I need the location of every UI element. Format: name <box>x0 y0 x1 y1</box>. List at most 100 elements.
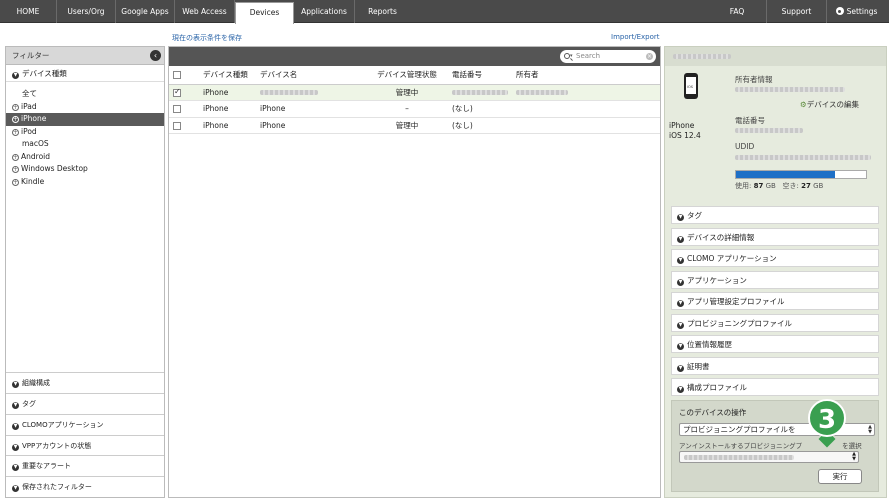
col-device-name[interactable]: デバイス名 <box>256 66 366 85</box>
support-link[interactable]: Support <box>766 0 826 23</box>
cell-status: – <box>366 100 448 118</box>
filter-item-iphone[interactable]: + iPhone <box>6 113 164 126</box>
col-status[interactable]: デバイス管理状態 <box>366 66 448 85</box>
tab-reports[interactable]: Reports <box>355 0 410 23</box>
filter-item-label: iPad <box>21 101 37 111</box>
cell-type: iPhone <box>199 100 256 118</box>
free-label: 空き: <box>782 182 799 190</box>
cell-name: iPhone <box>256 117 366 134</box>
filter-item-android[interactable]: + Android <box>6 151 164 164</box>
table-row[interactable]: iPhone 管理中 <box>169 84 660 101</box>
row-checkbox[interactable] <box>173 105 181 114</box>
used-value: 87 <box>753 182 764 190</box>
tab-google-apps[interactable]: Google Apps <box>116 0 175 23</box>
updown-icon: ▲ ▼ <box>868 424 872 435</box>
phone-value-redacted <box>735 128 803 133</box>
profile-select[interactable]: ▲ ▼ <box>679 451 859 463</box>
table-row[interactable]: iPhone iPhone 管理中 (なし) <box>169 117 660 134</box>
chevron-down-icon: ▼ <box>677 257 684 264</box>
faq-link[interactable]: FAQ <box>708 0 766 23</box>
filter-section-vpp[interactable]: ▼ VPPアカウントの状態 <box>6 434 164 456</box>
accordion-label: タグ <box>687 211 702 220</box>
device-details-panel: iOS iPhone iOS 12.4 所有者情報 ⚙デバイスの編集 電話番号 … <box>664 46 887 498</box>
filter-section-tag[interactable]: ▼ タグ <box>6 393 164 414</box>
search-dropdown-icon[interactable]: ▾ <box>570 50 573 63</box>
cell-type: iPhone <box>199 117 256 134</box>
device-type-header[interactable]: ▼ デバイス種類 <box>6 65 164 82</box>
phone-label: 電話番号 <box>735 116 765 125</box>
accordion-device-detail[interactable]: ▼ デバイスの詳細情報 <box>671 227 879 246</box>
import-export-link[interactable]: Import/Export <box>611 33 660 41</box>
free-value: 27 <box>801 182 811 190</box>
table-row[interactable]: iPhone iPhone – (なし) <box>169 100 660 118</box>
search-input[interactable]: ▾ Search × <box>560 50 656 63</box>
col-phone[interactable]: 電話番号 <box>448 66 512 85</box>
section-label: CLOMOアプリケーション <box>22 420 104 429</box>
collapse-left-icon[interactable]: ‹ <box>150 50 161 61</box>
accordion-tag[interactable]: ▼ タグ <box>671 206 879 224</box>
tab-users-org[interactable]: Users/Org <box>57 0 116 23</box>
cell-owner-redacted <box>512 84 660 101</box>
col-owner[interactable]: 所有者 <box>512 66 660 85</box>
device-operation-box: このデバイスの操作 プロビジョニングプロファイルを ▲ ▼ アンインストールするプ… <box>671 400 879 492</box>
tab-home[interactable]: HOME <box>0 0 57 23</box>
chevron-down-icon: ▼ <box>677 235 684 243</box>
accordion-clomo-apps[interactable]: ▼ CLOMO アプリケーション <box>671 249 879 267</box>
accordion-provisioning[interactable]: ▼ プロビジョニングプロファイル <box>671 313 879 332</box>
run-button[interactable]: 実行 <box>818 469 862 484</box>
filter-item-ipad[interactable]: + iPad <box>6 101 164 114</box>
filter-section-saved[interactable]: ▼ 保存されたフィルター <box>6 476 164 497</box>
operation-select[interactable]: プロビジョニングプロファイルを ▲ ▼ <box>679 423 875 436</box>
accordion-location[interactable]: ▼ 位置情報履歴 <box>671 335 879 353</box>
section-label: VPPアカウントの状態 <box>22 441 92 450</box>
filter-item-macos[interactable]: macOS <box>6 138 164 151</box>
row-checkbox[interactable] <box>173 87 181 97</box>
accordion-app-config[interactable]: ▼ アプリ管理設定プロファイル <box>671 292 879 310</box>
edit-device-link[interactable]: ⚙デバイスの編集 <box>800 99 859 110</box>
accordion-label: デバイスの詳細情報 <box>687 232 755 242</box>
tab-devices[interactable]: Devices <box>235 2 294 24</box>
chevron-down-icon: ▼ <box>12 443 19 451</box>
profile-value-redacted <box>684 455 794 460</box>
chevron-down-icon: ▼ <box>677 343 684 350</box>
used-label: 使用: <box>735 182 752 190</box>
filter-item-label: Android <box>21 151 50 161</box>
filter-item-windows-desktop[interactable]: + Windows Desktop <box>6 163 164 176</box>
chevron-down-icon: ▼ <box>12 402 19 410</box>
row-checkbox[interactable] <box>173 121 181 130</box>
filter-section-org[interactable]: ▼ 組織構成 <box>6 372 164 394</box>
accordion-certificates[interactable]: ▼ 証明書 <box>671 356 879 375</box>
accordion-config-profiles[interactable]: ▼ 構成プロファイル <box>671 378 879 396</box>
tab-web-access[interactable]: Web Access <box>175 0 235 23</box>
select-all-checkbox[interactable] <box>173 71 181 80</box>
filter-section-alerts[interactable]: ▼ 重要なアラート <box>6 455 164 477</box>
list-toolbar: ▾ Search × <box>169 47 660 66</box>
tab-applications[interactable]: Applications <box>294 0 355 23</box>
filter-item-label: iPhone <box>21 114 47 123</box>
step-badge: 3 <box>808 399 846 437</box>
section-label: 組織構成 <box>22 379 50 388</box>
filter-item-all[interactable]: 全て <box>6 88 164 101</box>
cell-phone: (なし) <box>448 117 512 134</box>
chevron-down-icon: ▼ <box>12 464 19 472</box>
filter-header: フィルター ‹ <box>6 47 164 65</box>
accordion-applications[interactable]: ▼ アプリケーション <box>671 270 879 289</box>
expand-icon: + <box>12 178 19 186</box>
settings-link[interactable]: Settings <box>826 0 886 23</box>
filter-item-kindle[interactable]: + Kindle <box>6 176 164 189</box>
expand-icon: + <box>12 103 19 111</box>
col-device-type[interactable]: デバイス種類 <box>199 66 256 85</box>
filter-item-ipod[interactable]: + iPod <box>6 126 164 139</box>
cell-name: iPhone <box>256 100 366 118</box>
row-checkbox-cell <box>169 100 199 118</box>
device-table: デバイス種類 デバイス名 デバイス管理状態 電話番号 所有者 iPhone 管理… <box>169 66 660 134</box>
search-placeholder: Search <box>576 52 601 60</box>
accordion-label: アプリ管理設定プロファイル <box>687 297 785 306</box>
device-list-panel: ▾ Search × デバイス種類 デバイス名 デバイス管理状態 電話番号 所有… <box>168 46 661 498</box>
udid-value-redacted <box>735 155 871 160</box>
clear-icon[interactable]: × <box>646 53 653 60</box>
cell-owner <box>512 117 660 134</box>
save-view-link[interactable]: 現在の表示条件を保存 <box>172 33 242 43</box>
filter-section-clomo-apps[interactable]: ▼ CLOMOアプリケーション <box>6 413 164 435</box>
section-label: 重要なアラート <box>22 462 71 471</box>
